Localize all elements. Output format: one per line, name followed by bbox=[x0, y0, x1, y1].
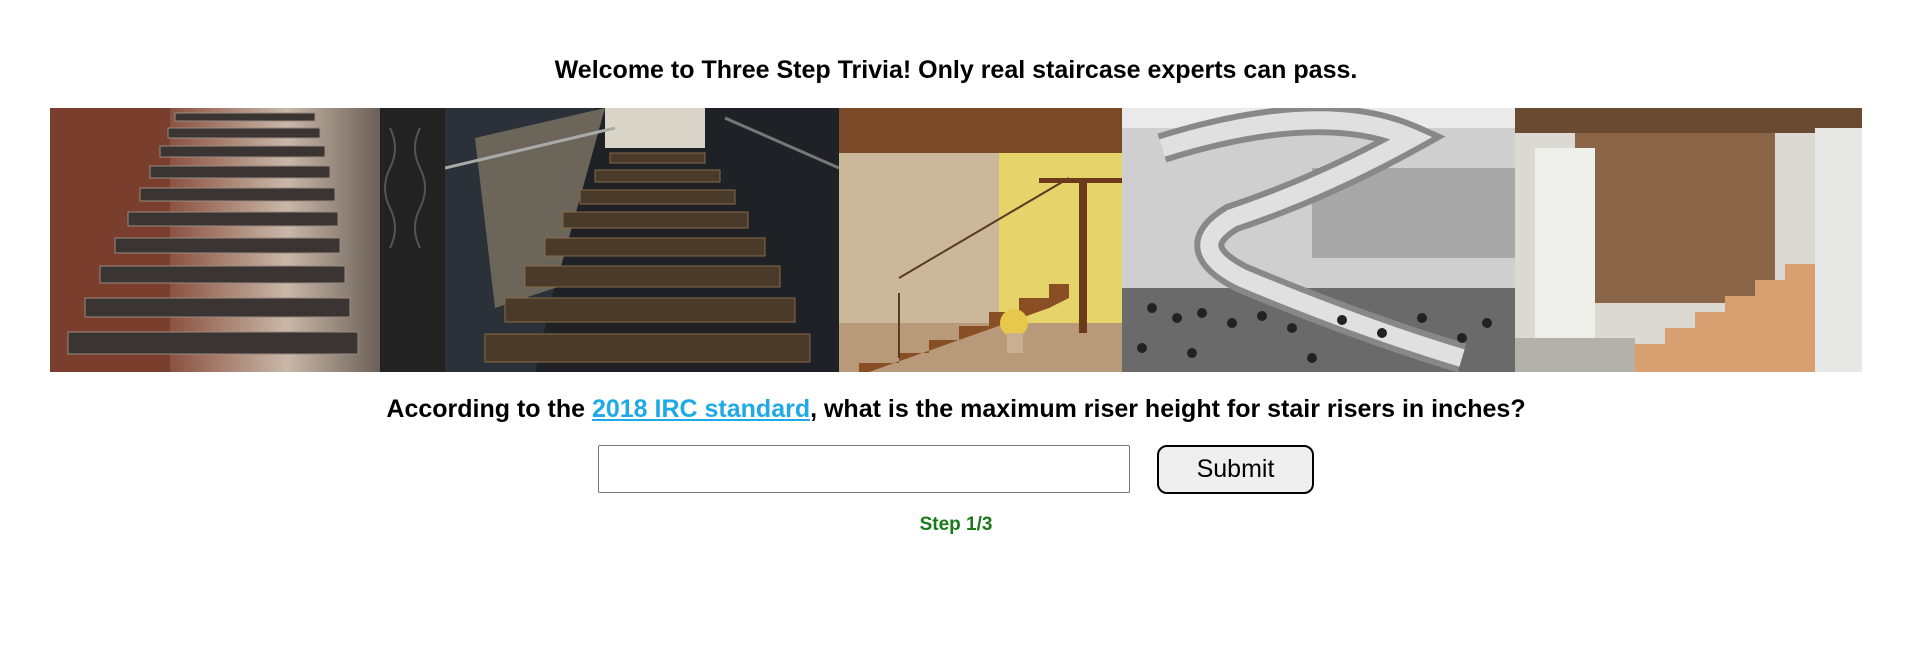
submit-button[interactable]: Submit bbox=[1157, 445, 1314, 494]
brick-staircase-photo bbox=[50, 108, 445, 372]
welcome-heading: Welcome to Three Step Trivia! Only real … bbox=[554, 56, 1358, 84]
trivia-page: Welcome to Three Step Trivia! Only real … bbox=[0, 0, 1912, 646]
dark-modern-staircase-photo bbox=[445, 108, 839, 372]
trivia-question: According to the 2018 IRC standard, what… bbox=[0, 394, 1912, 424]
spiral-staircase-photo bbox=[1122, 108, 1515, 372]
answer-input[interactable] bbox=[598, 445, 1130, 493]
question-suffix: , what is the maximum riser height for s… bbox=[810, 395, 1526, 423]
irc-standard-link[interactable]: 2018 IRC standard bbox=[592, 395, 810, 423]
question-prefix: According to the bbox=[386, 395, 592, 423]
step-indicator: Step 1/3 bbox=[919, 514, 993, 535]
unfinished-staircase-photo bbox=[1515, 108, 1862, 372]
staircase-banner bbox=[50, 108, 1862, 372]
wooden-interior-staircase-photo bbox=[839, 108, 1122, 372]
